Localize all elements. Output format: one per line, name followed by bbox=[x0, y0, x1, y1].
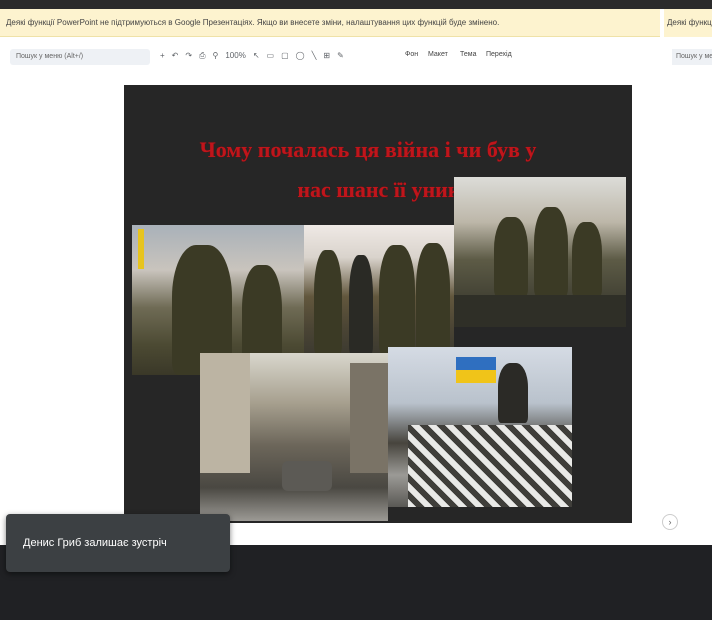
insert-icon[interactable]: ⊞ bbox=[323, 51, 330, 61]
select-cursor-icon[interactable]: ↖ bbox=[253, 51, 260, 61]
theme-button[interactable]: Тема bbox=[460, 51, 476, 58]
photo-soldiers-street bbox=[304, 225, 454, 355]
undo-icon[interactable]: ↶ bbox=[172, 51, 179, 61]
transition-button[interactable]: Перехід bbox=[486, 51, 512, 58]
collapse-handle-icon[interactable]: › bbox=[662, 514, 678, 530]
line-icon[interactable]: ╲ bbox=[312, 51, 317, 61]
slide-canvas[interactable]: Чому почалась ця війна і чи був у нас ша… bbox=[124, 85, 632, 523]
top-strip bbox=[0, 0, 712, 9]
compatibility-banner-right: Деякі функції bbox=[664, 9, 712, 37]
photo-soldiers-vehicle bbox=[454, 177, 626, 327]
zoom-level[interactable]: 100% bbox=[225, 51, 245, 61]
compatibility-banner: Деякі функції PowerPoint не підтримуютьс… bbox=[0, 9, 660, 37]
menu-search-input[interactable]: Пошук у меню (Alt+/) bbox=[10, 49, 150, 65]
print-icon[interactable]: ⎙ bbox=[199, 51, 205, 61]
image-icon[interactable]: ▢ bbox=[281, 51, 289, 61]
redo-icon[interactable]: ↷ bbox=[185, 51, 192, 61]
photo-soldiers-flag bbox=[388, 347, 572, 507]
participant-left-toast: Денис Гриб залишає зустріч bbox=[6, 514, 230, 572]
shape-icon[interactable]: ◯ bbox=[296, 51, 305, 61]
ukraine-flag-icon bbox=[456, 357, 496, 383]
zoom-icon[interactable]: ⚲ bbox=[212, 51, 218, 61]
toolbar-icons: + ↶ ↷ ⎙ ⚲ 100% ↖ ▭ ▢ ◯ ╲ ⊞ ✎ bbox=[160, 51, 344, 61]
background-button[interactable]: Фон bbox=[405, 51, 418, 58]
menu-search-input-right[interactable]: Пошук у меню bbox=[672, 49, 712, 65]
pen-icon[interactable]: ✎ bbox=[337, 51, 344, 61]
yellow-flag-icon bbox=[138, 229, 144, 269]
new-slide-icon[interactable]: + bbox=[160, 51, 165, 61]
photo-destroyed-street bbox=[200, 353, 388, 521]
layout-button[interactable]: Макет bbox=[428, 51, 448, 58]
textbox-icon[interactable]: ▭ bbox=[267, 51, 275, 61]
slide-title-line-1: Чому почалась ця війна і чи був у bbox=[199, 137, 537, 162]
